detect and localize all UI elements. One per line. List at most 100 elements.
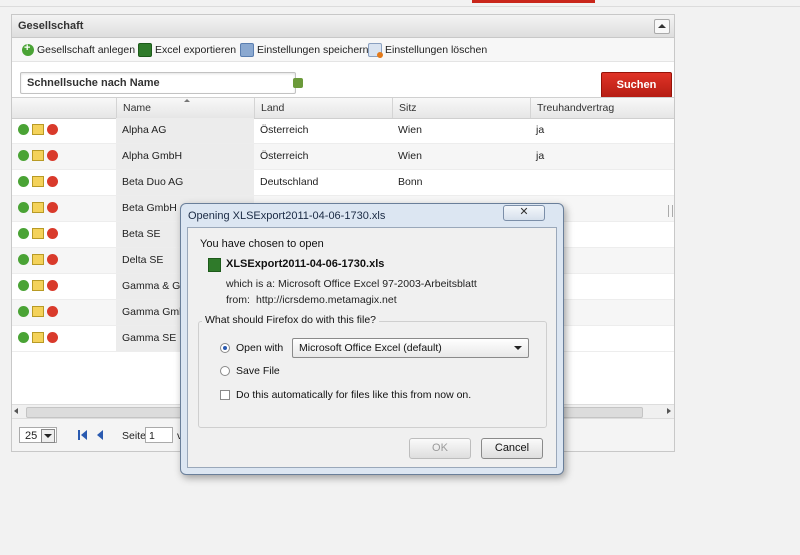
table-row[interactable]: Alpha GmbH Österreich Wien ja xyxy=(12,144,674,170)
save-settings-label: Einstellungen speichern xyxy=(257,44,369,56)
delete-icon[interactable] xyxy=(47,124,58,135)
file-name: XLSExport2011-04-06-1730.xls xyxy=(226,258,385,270)
edit-icon[interactable] xyxy=(32,202,44,213)
save-file-label[interactable]: Save File xyxy=(236,365,280,377)
file-source-label: from: xyxy=(226,294,250,306)
cell-treuhand: ja xyxy=(536,124,545,136)
cell-treuhand xyxy=(530,170,674,195)
row-actions xyxy=(18,202,58,213)
active-tab-accent xyxy=(472,0,595,3)
action-question: What should Firefox do with this file? xyxy=(202,314,379,326)
dialog-content: You have chosen to open XLSExport2011-04… xyxy=(187,227,557,468)
save-settings-icon xyxy=(240,43,254,57)
cell-sitz: Wien xyxy=(398,124,422,136)
export-excel-button[interactable]: Excel exportieren xyxy=(138,43,236,57)
check-icon[interactable] xyxy=(18,176,29,187)
check-icon[interactable] xyxy=(18,332,29,343)
collapse-panel-button[interactable] xyxy=(654,19,670,34)
row-actions xyxy=(18,124,58,135)
column-header-sitz[interactable]: Sitz xyxy=(392,98,530,118)
open-with-app: Microsoft Office Excel (default) xyxy=(299,342,442,354)
page-number-input[interactable]: 1 xyxy=(145,427,173,443)
save-settings-button[interactable]: Einstellungen speichern xyxy=(240,43,369,57)
chevron-down-icon xyxy=(514,346,522,350)
row-actions xyxy=(18,332,58,343)
first-page-icon[interactable] xyxy=(78,430,87,440)
close-dialog-button[interactable]: ✕ xyxy=(503,205,545,221)
table-row[interactable]: Beta Duo AG Deutschland Bonn xyxy=(12,170,674,196)
auto-action-label[interactable]: Do this automatically for files like thi… xyxy=(236,389,471,401)
open-with-label[interactable]: Open with xyxy=(236,342,283,354)
ok-button[interactable]: OK xyxy=(409,438,471,459)
edit-icon[interactable] xyxy=(32,254,44,265)
column-header-land[interactable]: Land xyxy=(254,98,392,118)
save-file-radio[interactable] xyxy=(220,366,230,376)
add-company-label: Gesellschaft anlegen xyxy=(37,44,136,56)
search-options-icon[interactable] xyxy=(293,78,303,88)
row-actions xyxy=(18,306,58,317)
search-button[interactable]: Suchen xyxy=(601,72,672,98)
export-excel-label: Excel exportieren xyxy=(155,44,237,56)
delete-icon[interactable] xyxy=(47,202,58,213)
cell-land: Österreich xyxy=(260,150,309,162)
cell-name: Alpha GmbH xyxy=(116,144,254,169)
add-company-button[interactable]: Gesellschaft anlegen xyxy=(22,42,136,57)
delete-icon[interactable] xyxy=(47,228,58,239)
cell-land: Österreich xyxy=(260,124,309,136)
check-icon[interactable] xyxy=(18,124,29,135)
page-size-select[interactable]: 25 xyxy=(19,427,57,443)
excel-file-icon xyxy=(208,258,221,272)
auto-action-checkbox[interactable] xyxy=(220,390,230,400)
check-icon[interactable] xyxy=(18,254,29,265)
edit-icon[interactable] xyxy=(32,150,44,161)
check-icon[interactable] xyxy=(18,202,29,213)
delete-icon[interactable] xyxy=(47,306,58,317)
delete-settings-icon xyxy=(368,43,383,58)
cell-sitz: Bonn xyxy=(398,176,423,188)
open-with-select[interactable]: Microsoft Office Excel (default) xyxy=(292,338,529,358)
delete-icon[interactable] xyxy=(47,280,58,291)
edit-icon[interactable] xyxy=(32,332,44,343)
edit-icon[interactable] xyxy=(32,124,44,135)
column-resize-handle[interactable] xyxy=(668,205,673,217)
table-row[interactable]: Alpha AG Österreich Wien ja xyxy=(12,118,674,144)
row-actions xyxy=(18,280,58,291)
delete-settings-button[interactable]: Einstellungen löschen xyxy=(368,43,488,58)
open-with-radio[interactable] xyxy=(220,343,230,353)
edit-icon[interactable] xyxy=(32,280,44,291)
column-header-name[interactable]: Name xyxy=(116,98,254,118)
edit-icon[interactable] xyxy=(32,306,44,317)
file-source-value: http://icrsdemo.metamagix.net xyxy=(256,294,397,306)
cell-sitz: Wien xyxy=(398,150,422,162)
edit-icon[interactable] xyxy=(32,228,44,239)
chevron-down-icon[interactable] xyxy=(41,429,55,443)
file-type-label: which is a: xyxy=(226,278,276,290)
previous-page-icon[interactable] xyxy=(97,430,103,440)
edit-icon[interactable] xyxy=(32,176,44,187)
delete-settings-label: Einstellungen löschen xyxy=(385,44,488,56)
check-icon[interactable] xyxy=(18,280,29,291)
row-actions xyxy=(18,176,58,187)
file-type-value: Microsoft Office Excel 97-2003-Arbeitsbl… xyxy=(278,278,477,290)
check-icon[interactable] xyxy=(18,228,29,239)
top-strip xyxy=(0,0,800,7)
cell-name: Alpha AG xyxy=(116,118,254,143)
scroll-right-icon[interactable] xyxy=(667,408,671,414)
delete-icon[interactable] xyxy=(47,176,58,187)
row-actions xyxy=(18,150,58,161)
delete-icon[interactable] xyxy=(47,254,58,265)
toolbar: Gesellschaft anlegen Excel exportieren E… xyxy=(12,38,674,62)
scroll-left-icon[interactable] xyxy=(14,408,18,414)
check-icon[interactable] xyxy=(18,150,29,161)
delete-icon[interactable] xyxy=(47,150,58,161)
grid-header: Name Land Sitz Treuhandvertrag xyxy=(12,97,674,119)
quick-search-input[interactable]: Schnellsuche nach Name xyxy=(20,72,296,94)
row-actions xyxy=(18,254,58,265)
column-header-treuhand[interactable]: Treuhandvertrag xyxy=(530,98,674,118)
add-icon xyxy=(22,42,34,56)
cancel-button[interactable]: Cancel xyxy=(481,438,543,459)
panel-title: Gesellschaft xyxy=(18,20,84,32)
download-dialog: Opening XLSExport2011-04-06-1730.xls ✕ Y… xyxy=(180,203,564,475)
delete-icon[interactable] xyxy=(47,332,58,343)
check-icon[interactable] xyxy=(18,306,29,317)
